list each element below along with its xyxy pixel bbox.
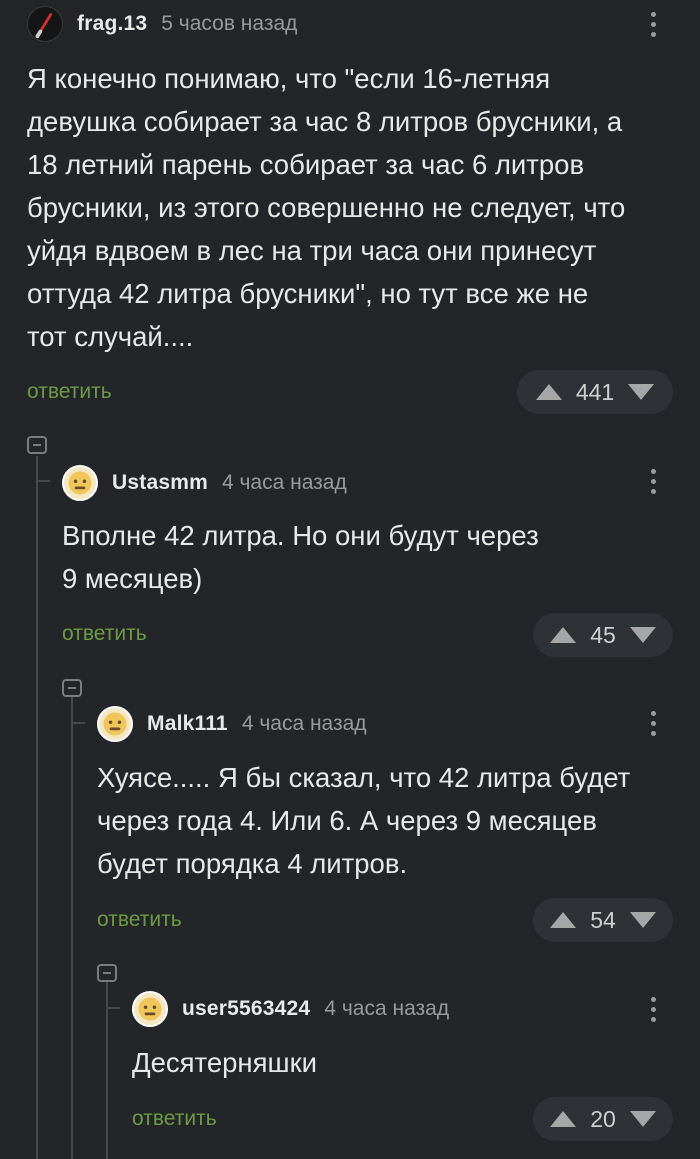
reply-button[interactable]: ответить — [132, 1107, 217, 1131]
comment-time: 4 часа назад — [241, 712, 367, 735]
avatar[interactable] — [27, 6, 63, 42]
triangle-up-icon[interactable] — [535, 384, 562, 400]
vote-widget: 20 — [533, 1097, 673, 1141]
author-name[interactable]: Ustasmm — [112, 471, 208, 495]
comment-text: Хуясе..... Я бы сказал, что 42 литра буд… — [97, 762, 631, 879]
reply-button[interactable]: ответить — [62, 622, 147, 646]
comment-header: Malk111 4 часа назад — [97, 704, 367, 744]
vote-widget: 441 — [517, 370, 673, 414]
author-name[interactable]: frag.13 — [77, 12, 147, 36]
comment: Ustasmm 4 часа назад Вполне 42 литра. Но… — [62, 458, 700, 663]
triangle-down-icon[interactable] — [629, 912, 656, 928]
comment-header: frag.13 5 часов назад — [27, 4, 297, 44]
thread-branch — [71, 722, 85, 724]
triangle-up-icon[interactable] — [550, 912, 577, 928]
more-vertical-icon[interactable] — [641, 705, 665, 741]
triangle-down-icon[interactable] — [629, 627, 656, 643]
thread-branch — [106, 1007, 120, 1009]
vote-score: 441 — [575, 378, 615, 405]
reply-button[interactable]: ответить — [97, 908, 182, 932]
placeholder-face-avatar-icon — [103, 712, 127, 736]
avatar[interactable] — [97, 706, 133, 742]
thread-branch — [36, 480, 50, 482]
thread-line-level-1 — [36, 456, 38, 1159]
collapse-icon[interactable] — [97, 964, 117, 982]
comment: Malk111 4 часа назад Хуясе..... Я бы ска… — [97, 700, 700, 945]
placeholder-face-avatar-icon — [138, 997, 162, 1021]
more-vertical-icon[interactable] — [641, 991, 665, 1027]
lightsaber-avatar-icon — [35, 13, 53, 39]
comment-time: 5 часов назад — [161, 12, 298, 35]
placeholder-face-avatar-icon — [68, 471, 92, 495]
avatar[interactable] — [132, 991, 168, 1027]
comment-text: Я конечно понимаю, что "если 16-летняя д… — [27, 63, 626, 352]
triangle-up-icon[interactable] — [550, 1111, 577, 1127]
comment: user5563424 4 часа назад Десятерняшки от… — [132, 987, 700, 1159]
triangle-down-icon[interactable] — [629, 1111, 656, 1127]
author-name[interactable]: Malk111 — [147, 712, 228, 736]
more-vertical-icon[interactable] — [641, 463, 665, 499]
comment-time: 4 часа назад — [221, 471, 347, 494]
triangle-up-icon[interactable] — [550, 627, 577, 643]
comment-header: user5563424 4 часа назад — [132, 989, 449, 1029]
comment-header: Ustasmm 4 часа назад — [62, 463, 347, 503]
thread-line-level-2 — [71, 697, 73, 1159]
author-name[interactable]: user5563424 — [182, 997, 310, 1021]
triangle-down-icon[interactable] — [628, 384, 655, 400]
collapse-icon[interactable] — [27, 436, 47, 454]
vote-score: 54 — [590, 906, 616, 933]
vote-widget: 45 — [533, 613, 673, 657]
vote-widget: 54 — [533, 898, 673, 942]
avatar[interactable] — [62, 465, 98, 501]
more-vertical-icon[interactable] — [641, 6, 665, 42]
vote-score: 45 — [590, 621, 616, 648]
comment-text: Вполне 42 литра. Но они будут через 9 ме… — [62, 520, 539, 594]
comment-time: 4 часа назад — [324, 997, 450, 1020]
vote-score: 20 — [590, 1105, 616, 1132]
comment-text: Десятерняшки — [132, 1047, 317, 1078]
comment: frag.13 5 часов назад Я конечно понимаю,… — [27, 0, 700, 420]
collapse-icon[interactable] — [62, 679, 82, 697]
reply-button[interactable]: ответить — [27, 380, 112, 404]
